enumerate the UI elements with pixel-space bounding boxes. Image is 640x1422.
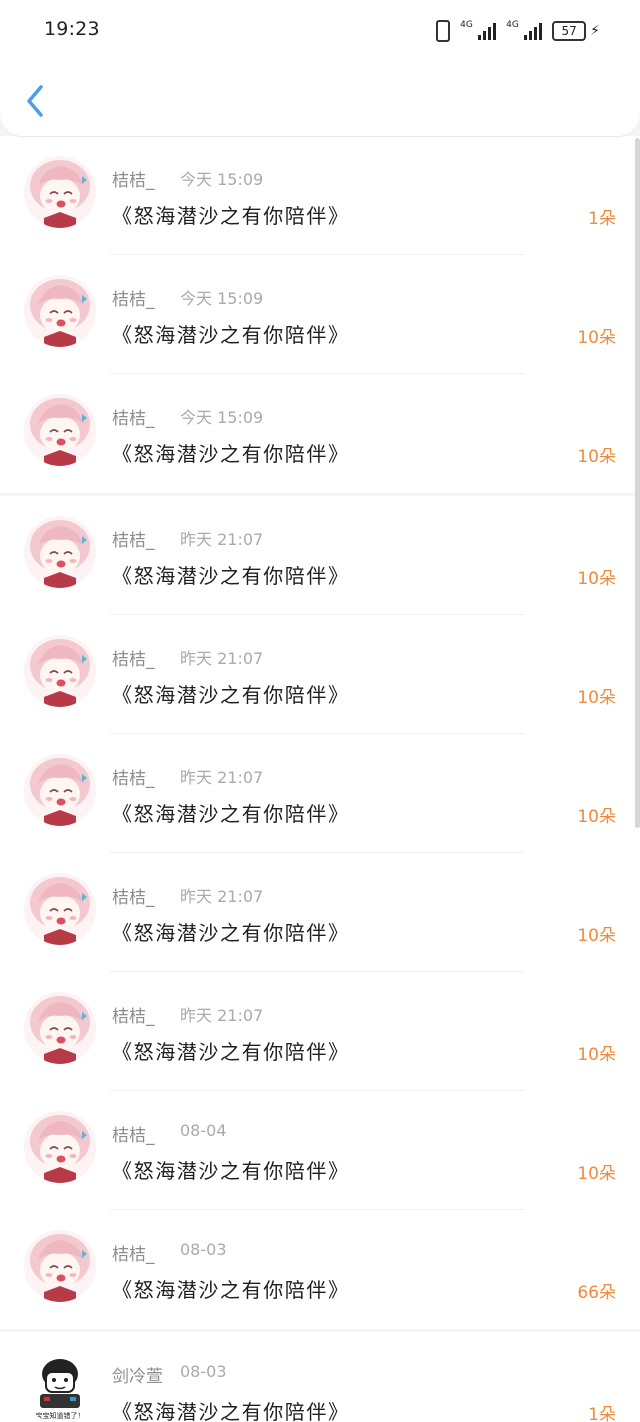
work-title: 《怒海潜沙之有你陪伴》 xyxy=(112,921,350,945)
flower-count: 1朵 xyxy=(588,209,616,229)
scrollbar[interactable] xyxy=(635,138,640,828)
timestamp: 昨天 21:07 xyxy=(180,649,264,668)
list-item[interactable]: 桔桔_ 昨天 21:07 《怒海潜沙之有你陪伴》 10朵 xyxy=(0,496,640,615)
list-item[interactable]: 桔桔_ 今天 15:09 《怒海潜沙之有你陪伴》 10朵 xyxy=(0,255,640,374)
work-title: 《怒海潜沙之有你陪伴》 xyxy=(112,442,350,466)
list-item[interactable]: 桔桔_ 08-04 《怒海潜沙之有你陪伴》 10朵 xyxy=(0,1091,640,1210)
list-group: 宝宝知道错了！ 剑冷萱 08-03 《怒海潜沙之有你陪伴》 1朵 xyxy=(0,1332,640,1422)
work-title: 《怒海潜沙之有你陪伴》 xyxy=(112,564,350,588)
avatar[interactable]: 宝宝知道错了！ xyxy=(24,1352,96,1422)
work-title: 《怒海潜沙之有你陪伴》 xyxy=(112,323,350,347)
gift-record-list: 桔桔_ 今天 15:09 《怒海潜沙之有你陪伴》 1朵 桔桔_ 今天 15:09 《怒海潜… xyxy=(0,136,640,1422)
avatar[interactable] xyxy=(24,394,96,466)
avatar[interactable] xyxy=(24,635,96,707)
flower-count: 10朵 xyxy=(577,569,616,589)
avatar[interactable] xyxy=(24,992,96,1064)
sender-name: 剑冷萱 xyxy=(112,1367,163,1387)
top-header: 19:23 4G 4G 57 ⚡ xyxy=(0,0,640,136)
timestamp: 今天 15:09 xyxy=(180,408,264,427)
sender-name: 桔桔_ xyxy=(112,769,155,789)
timestamp: 昨天 21:07 xyxy=(180,768,264,787)
sender-name: 桔桔_ xyxy=(112,1245,155,1265)
list-item[interactable]: 桔桔_ 今天 15:09 《怒海潜沙之有你陪伴》 10朵 xyxy=(0,374,640,493)
flower-count: 10朵 xyxy=(577,1164,616,1184)
timestamp: 08-04 xyxy=(180,1121,227,1140)
network-type-label: 4G xyxy=(460,19,473,30)
flower-count: 10朵 xyxy=(577,328,616,348)
vibrate-icon xyxy=(436,20,451,42)
battery-icon: 57 xyxy=(552,21,587,41)
flower-count: 10朵 xyxy=(577,1045,616,1065)
avatar[interactable] xyxy=(24,1230,96,1302)
network-type-label: 4G xyxy=(506,19,519,30)
list-item[interactable]: 桔桔_ 昨天 21:07 《怒海潜沙之有你陪伴》 10朵 xyxy=(0,615,640,734)
avatar[interactable] xyxy=(24,873,96,945)
gift-record-page: 19:23 4G 4G 57 ⚡ 桔桔_ 今天 15:09 《怒海潜沙之有你陪伴… xyxy=(0,0,640,1422)
flower-count: 10朵 xyxy=(577,926,616,946)
list-group: 桔桔_ 昨天 21:07 《怒海潜沙之有你陪伴》 10朵 桔桔_ 昨天 21:07 《怒海… xyxy=(0,496,640,1329)
timestamp: 昨天 21:07 xyxy=(180,1006,264,1025)
sender-name: 桔桔_ xyxy=(112,290,155,310)
sender-name: 桔桔_ xyxy=(112,888,155,908)
work-title: 《怒海潜沙之有你陪伴》 xyxy=(112,1159,350,1183)
list-item[interactable]: 桔桔_ 今天 15:09 《怒海潜沙之有你陪伴》 1朵 xyxy=(0,136,640,255)
sender-name: 桔桔_ xyxy=(112,171,155,191)
avatar[interactable] xyxy=(24,754,96,826)
timestamp: 昨天 21:07 xyxy=(180,887,264,906)
work-title: 《怒海潜沙之有你陪伴》 xyxy=(112,1278,350,1302)
list-item[interactable]: 桔桔_ 昨天 21:07 《怒海潜沙之有你陪伴》 10朵 xyxy=(0,853,640,972)
signal-icon: 4G xyxy=(506,19,543,40)
avatar[interactable] xyxy=(24,1111,96,1183)
sender-name: 桔桔_ xyxy=(112,650,155,670)
sender-name: 桔桔_ xyxy=(112,531,155,551)
flower-count: 10朵 xyxy=(577,688,616,708)
flower-count: 66朵 xyxy=(577,1283,616,1303)
signal-icon: 4G xyxy=(460,19,497,40)
work-title: 《怒海潜沙之有你陪伴》 xyxy=(112,204,350,228)
work-title: 《怒海潜沙之有你陪伴》 xyxy=(112,1400,350,1422)
sender-name: 桔桔_ xyxy=(112,1126,155,1146)
avatar[interactable] xyxy=(24,516,96,588)
list-item[interactable]: 桔桔_ 08-03 《怒海潜沙之有你陪伴》 66朵 xyxy=(0,1210,640,1329)
timestamp: 昨天 21:07 xyxy=(180,530,264,549)
timestamp: 08-03 xyxy=(180,1362,227,1381)
timestamp: 08-03 xyxy=(180,1240,227,1259)
work-title: 《怒海潜沙之有你陪伴》 xyxy=(112,802,350,826)
status-icons: 4G 4G 57 ⚡ xyxy=(436,20,600,42)
work-title: 《怒海潜沙之有你陪伴》 xyxy=(112,683,350,707)
back-button[interactable] xyxy=(24,84,46,118)
sender-name: 桔桔_ xyxy=(112,1007,155,1027)
chevron-left-icon xyxy=(27,85,43,117)
avatar[interactable] xyxy=(24,275,96,347)
avatar[interactable] xyxy=(24,156,96,228)
list-item[interactable]: 桔桔_ 昨天 21:07 《怒海潜沙之有你陪伴》 10朵 xyxy=(0,972,640,1091)
work-title: 《怒海潜沙之有你陪伴》 xyxy=(112,1040,350,1064)
avatar-caption: 宝宝知道错了！ xyxy=(36,1411,85,1420)
flower-count: 10朵 xyxy=(577,447,616,467)
charging-icon: ⚡ xyxy=(590,23,600,39)
sender-name: 桔桔_ xyxy=(112,409,155,429)
list-item[interactable]: 桔桔_ 昨天 21:07 《怒海潜沙之有你陪伴》 10朵 xyxy=(0,734,640,853)
timestamp: 今天 15:09 xyxy=(180,289,264,308)
flower-count: 1朵 xyxy=(588,1405,616,1422)
flower-count: 10朵 xyxy=(577,807,616,827)
status-time: 19:23 xyxy=(44,18,100,40)
timestamp: 今天 15:09 xyxy=(180,170,264,189)
list-group: 桔桔_ 今天 15:09 《怒海潜沙之有你陪伴》 1朵 桔桔_ 今天 15:09 《怒海潜… xyxy=(0,136,640,493)
list-item[interactable]: 宝宝知道错了！ 剑冷萱 08-03 《怒海潜沙之有你陪伴》 1朵 xyxy=(0,1332,640,1422)
